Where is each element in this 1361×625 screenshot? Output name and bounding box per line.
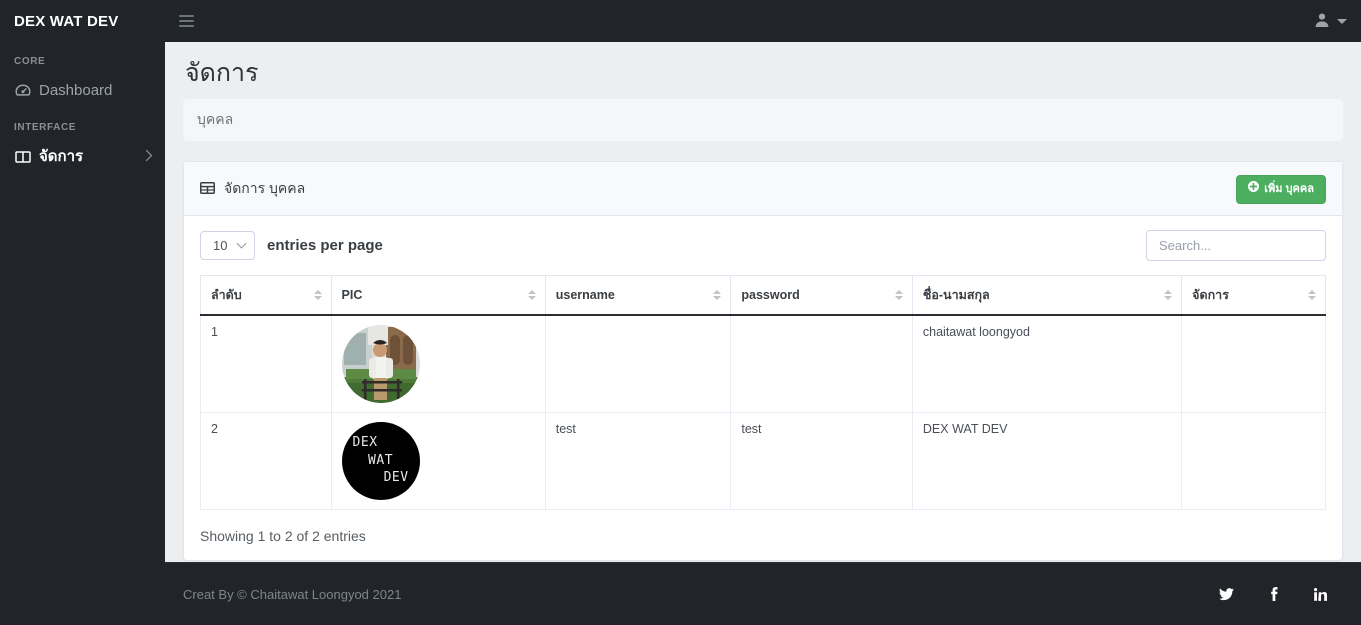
breadcrumb: บุคคล — [183, 99, 1343, 142]
sidebar-item-jadkan[interactable]: จัดการ — [0, 139, 165, 174]
cell-username: test — [544, 411, 732, 510]
table-row: 1 chaitawat loongyod — [200, 314, 1326, 413]
page-length-control: 10 entries per page — [200, 230, 383, 260]
brand-title[interactable]: DEX WAT DEV — [0, 0, 165, 42]
sort-icon[interactable] — [527, 289, 536, 300]
cell-no: 2 — [200, 411, 332, 510]
sidebar: DEX WAT DEV CORE Dashboard INTERFACE จัด… — [0, 0, 165, 625]
management-card: จัดการ บุคคล เพิ่ม บุคคล 10 entries per … — [183, 161, 1343, 561]
page-length-select[interactable]: 10 — [200, 230, 255, 260]
footer-copyright: Creat By © Chaitawat Loongyod 2021 — [183, 586, 402, 602]
column-header-label: ชื่อ-นามสกุล — [922, 287, 990, 302]
column-header-label: ลำดับ — [211, 287, 242, 302]
avatar-logo-line: WAT — [368, 452, 394, 468]
sidebar-heading-interface: INTERFACE — [14, 122, 77, 133]
column-header-label: PIC — [341, 287, 363, 302]
main-pane: จัดการ บุคคล จัดการ บุคคล เพิ่ม บุคคล 10… — [165, 0, 1361, 625]
column-header-pic[interactable]: PIC — [330, 274, 546, 316]
column-header-username[interactable]: username — [544, 274, 732, 316]
tachometer-icon — [14, 83, 31, 99]
facebook-icon[interactable] — [1270, 587, 1278, 601]
column-header-fullname[interactable]: ชื่อ-นามสกุล — [911, 274, 1183, 316]
page-length-select-wrap: 10 — [200, 230, 255, 260]
chevron-right-icon — [145, 148, 153, 165]
cell-pic — [330, 314, 546, 413]
columns-icon — [14, 149, 31, 165]
sort-icon[interactable] — [894, 289, 903, 300]
table-header-row: ลำดับ PIC username password ชื่อ-นามสกุล… — [200, 274, 1326, 316]
avatar-logo-line: DEV — [383, 470, 409, 486]
entries-per-page-label: entries per page — [267, 236, 383, 254]
avatar: DEX WAT DEV — [341, 421, 420, 500]
sidebar-item-dashboard[interactable]: Dashboard — [0, 73, 165, 108]
sort-icon[interactable] — [1308, 289, 1316, 300]
footer: Creat By © Chaitawat Loongyod 2021 — [165, 562, 1361, 625]
sort-icon[interactable] — [1164, 289, 1173, 300]
linkedin-icon[interactable] — [1314, 587, 1327, 601]
cell-no: 1 — [200, 314, 332, 413]
column-header-label: จัดการ — [1192, 287, 1229, 302]
cell-password: test — [730, 411, 913, 510]
avatar — [341, 324, 420, 403]
sort-icon[interactable] — [313, 289, 322, 300]
add-person-button[interactable]: เพิ่ม บุคคล — [1236, 175, 1326, 204]
card-header: จัดการ บุคคล เพิ่ม บุคคล — [184, 162, 1342, 216]
avatar-logo-line: DEX — [352, 435, 378, 451]
card-header-left: จัดการ บุคคล — [200, 178, 305, 200]
cell-username — [544, 314, 732, 413]
persons-table: ลำดับ PIC username password ชื่อ-นามสกุล… — [200, 274, 1326, 510]
add-person-button-label: เพิ่ม บุคคล — [1264, 182, 1314, 195]
table-row: 2 DEX WAT DEV test test DEX WAT DEV — [200, 411, 1326, 510]
sidebar-heading-core: CORE — [14, 56, 46, 67]
twitter-icon[interactable] — [1219, 587, 1234, 601]
page-title: จัดการ — [185, 59, 259, 87]
table-toolbar: 10 entries per page — [200, 229, 1326, 261]
cell-fullname: chaitawat loongyod — [911, 314, 1183, 413]
table-body: 1 chaitawat loongyod 2 DEX WAT DEV test … — [200, 314, 1326, 510]
chevron-down-icon — [1337, 18, 1347, 24]
content-area: จัดการ บุคคล จัดการ บุคคล เพิ่ม บุคคล 10… — [165, 42, 1361, 562]
column-header-no[interactable]: ลำดับ — [200, 274, 332, 316]
user-menu[interactable] — [1314, 12, 1347, 31]
column-header-label: username — [555, 287, 615, 302]
cell-actions — [1181, 314, 1326, 413]
cell-actions — [1181, 411, 1326, 510]
table-info: Showing 1 to 2 of 2 entries — [200, 527, 366, 544]
cell-fullname: DEX WAT DEV — [911, 411, 1183, 510]
footer-social-links — [1219, 587, 1327, 601]
cell-password — [730, 314, 913, 413]
user-icon — [1314, 12, 1330, 31]
card-header-title: จัดการ บุคคล — [224, 180, 306, 197]
column-header-actions[interactable]: จัดการ — [1181, 274, 1326, 316]
card-body: 10 entries per page Search... ลำดับ PIC … — [184, 216, 1342, 560]
sort-icon[interactable] — [713, 289, 722, 300]
sidebar-item-label: Dashboard — [39, 82, 113, 99]
table-head: ลำดับ PIC username password ชื่อ-นามสกุล… — [200, 274, 1326, 316]
hamburger-icon[interactable] — [177, 11, 196, 31]
plus-circle-icon — [1248, 181, 1260, 197]
app-root: DEX WAT DEV CORE Dashboard INTERFACE จัด… — [0, 0, 1361, 625]
column-header-label: password — [741, 287, 800, 302]
cell-pic: DEX WAT DEV — [330, 411, 546, 510]
topbar — [165, 0, 1361, 42]
column-header-password[interactable]: password — [730, 274, 913, 316]
table-icon — [200, 181, 215, 198]
search-input[interactable] — [1146, 229, 1326, 261]
sidebar-item-label: จัดการ — [39, 148, 84, 165]
